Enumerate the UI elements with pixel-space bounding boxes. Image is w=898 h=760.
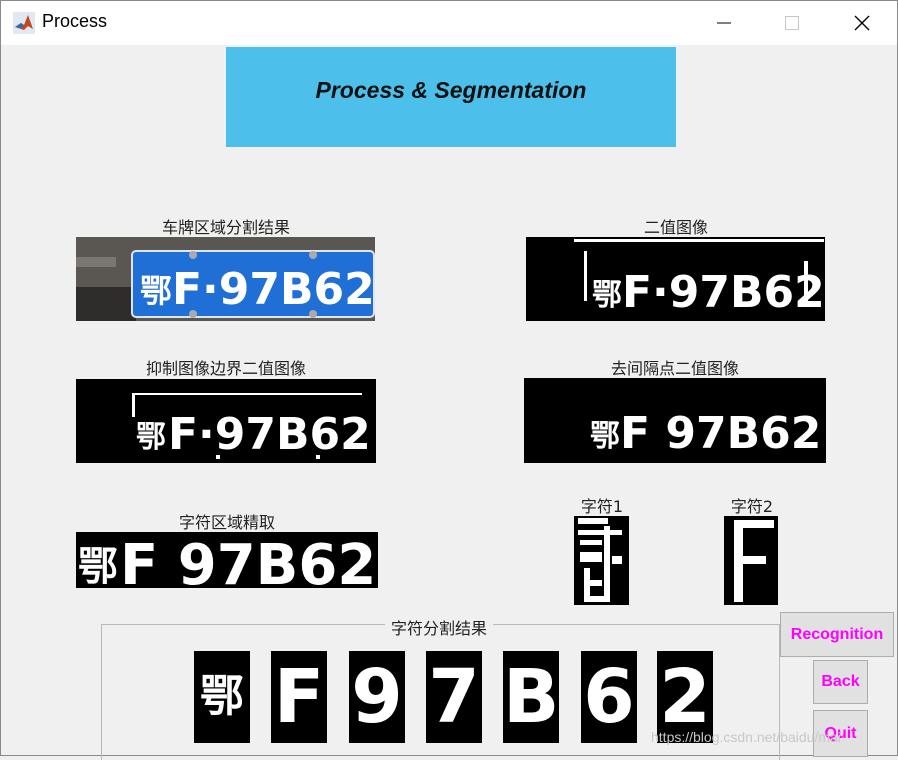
- segmented-char-6: 6: [581, 651, 637, 743]
- binary-caption: 二值图像: [643, 218, 708, 237]
- dot-removed-text: F 97B62: [620, 408, 821, 459]
- watermark: https://blog.csdn.net/baidu/mai: [651, 729, 841, 745]
- char1-caption: 字符1: [580, 497, 624, 516]
- dot-removed-image: 鄂 F 97B62: [524, 378, 826, 463]
- svg-text:鄂: 鄂: [136, 420, 166, 455]
- char2-caption: 字符2: [730, 497, 774, 516]
- char-region-image: 鄂 F 97B62: [76, 532, 378, 588]
- char1-image: [574, 516, 629, 605]
- border-suppressed-image: 鄂 F·97B62: [76, 379, 376, 463]
- segmented-char-5: B: [503, 651, 559, 743]
- close-icon: [854, 15, 870, 31]
- svg-text:鄂: 鄂: [78, 544, 118, 588]
- plate-region-image: 鄂 F·97B62: [76, 237, 375, 321]
- segmented-char-4: 7: [426, 651, 482, 743]
- window-title: Process: [42, 11, 108, 31]
- minimize-button[interactable]: [701, 1, 747, 45]
- segmented-char-label: 7: [428, 654, 480, 740]
- back-button[interactable]: Back: [813, 660, 868, 704]
- svg-text:鄂: 鄂: [590, 419, 620, 454]
- char-region-text: F 97B62: [120, 533, 376, 588]
- segmented-char-label: B: [503, 654, 559, 740]
- recognition-button[interactable]: Recognition: [780, 612, 894, 657]
- segmented-char-label: F: [273, 654, 325, 740]
- segmentation-panel-title: 字符分割结果: [385, 615, 494, 639]
- border-suppressed-caption: 抑制图像边界二值图像: [145, 359, 306, 378]
- segmented-char-2: F: [271, 651, 327, 743]
- svg-text:鄂: 鄂: [592, 278, 622, 313]
- plate-region-text: F·97B62: [172, 264, 375, 315]
- minimize-icon: [717, 22, 731, 24]
- segmented-char-label: 鄂: [200, 671, 244, 722]
- maximize-icon: [785, 16, 799, 30]
- banner-title: Process & Segmentation: [315, 77, 587, 103]
- segmented-char-label: 9: [351, 654, 403, 740]
- svg-text:鄂: 鄂: [140, 272, 172, 310]
- maximize-button[interactable]: [769, 1, 815, 45]
- close-button[interactable]: [839, 1, 885, 45]
- binary-image: 鄂 F·97B62: [526, 237, 825, 321]
- char-region-caption: 字符区域精取: [178, 513, 275, 532]
- matlab-icon: [13, 12, 35, 34]
- plate-region-caption: 车牌区域分割结果: [161, 218, 290, 237]
- title-banner: Process & Segmentation: [226, 47, 676, 147]
- dot-removed-caption: 去间隔点二值图像: [610, 359, 739, 378]
- char2-image: [724, 516, 778, 605]
- border-suppressed-text: F·97B62: [168, 409, 371, 460]
- segmented-char-label: 6: [583, 654, 635, 740]
- title-bar: Process: [1, 1, 897, 45]
- segmented-char-3: 9: [349, 651, 405, 743]
- process-window: Process Process & Segmentation 车牌区域分割结果: [0, 0, 898, 760]
- binary-text: F·97B62: [622, 267, 825, 318]
- segmented-char-1: 鄂: [194, 651, 250, 743]
